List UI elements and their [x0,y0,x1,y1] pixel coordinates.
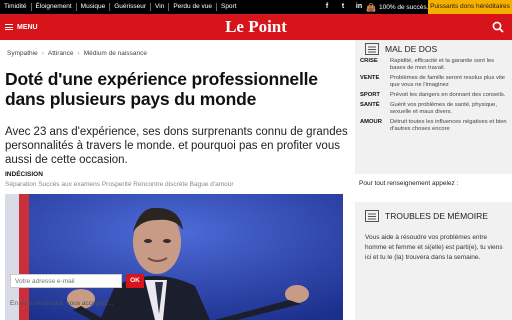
chevron-right-icon: › [77,50,80,57]
sidebar-box-title: MAL DE DOS [365,43,437,55]
list-item-key: AMOUR [360,119,382,125]
list-item-text: Problèmes de famille seront resolus plus… [390,75,506,88]
list-item-key: SANTÉ [360,102,380,108]
breadcrumb: Sympathie › Attirance › Médium de naissa… [7,50,147,57]
email-field[interactable] [10,274,122,288]
article-kicker[interactable]: INDÉCISION [5,171,43,178]
site-header: Le Point MENU [0,14,512,40]
list-item-text: Prévoit les dangers en donnant des conse… [390,92,506,98]
status-text: 100% de succès. [378,3,429,11]
list-item-key: CRISE [360,58,378,64]
sidebar-box-services: MAL DE DOS CRISE Rapidité, efficacité et… [355,40,512,174]
twitter-icon[interactable]: t [337,2,349,12]
chevron-right-icon: › [41,50,44,57]
nav-perdu-de-vue[interactable]: Perdu de vue [169,0,216,14]
article-headline: Doté d'une expérience professionnelle da… [5,69,318,109]
breadcrumb-item[interactable]: Attirance [48,50,74,57]
document-list-icon [365,210,379,222]
breadcrumb-item[interactable]: Médium de naissance [84,50,147,57]
nav-timidite[interactable]: Timidité [0,0,31,14]
hamburger-icon [5,24,13,30]
list-item[interactable]: SPORT Prévoit les dangers en donnant des… [360,92,508,99]
nav-eloignement[interactable]: Éloignement [32,0,76,14]
menu-label: MENU [17,23,38,31]
status-area: 👜 100% de succès. [366,0,428,14]
nav-sport[interactable]: Sport [217,0,241,14]
nav-guerisseur[interactable]: Guérisseur [110,0,150,14]
submit-button[interactable]: OK [126,274,144,288]
menu-button[interactable]: MENU [5,14,38,40]
sidebar-box-newsletter: TROUBLES DE MÉMOIRE Vous aide à résoudre… [355,202,512,320]
promo-banner[interactable]: Puissants dons héréditaires [428,0,512,14]
list-item[interactable]: SANTÉ Guérit vos problèmes de santé, phy… [360,102,508,116]
site-logo[interactable]: Le Point [0,14,512,40]
list-item-key: VENTE [360,75,380,81]
sidebar-box-title: TROUBLES DE MÉMOIRE [365,210,488,222]
list-item-text: Détruit toutes les influences négatives … [390,119,507,132]
box-title-text: MAL DE DOS [385,44,438,54]
service-list: CRISE Rapidité, efficacité et la garanti… [360,58,508,136]
list-item-text: Guérit vos problèmes de santé, physique,… [390,102,497,115]
search-icon[interactable] [492,21,504,33]
linkedin-icon[interactable]: in [353,2,365,12]
top-nav: Timidité Éloignement Musique Guérisseur … [0,0,241,14]
top-bar: Timidité Éloignement Musique Guérisseur … [0,0,512,14]
facebook-icon[interactable]: f [321,2,333,12]
box-title-text: TROUBLES DE MÉMOIRE [385,211,488,221]
breadcrumb-item[interactable]: Sympathie [7,50,38,57]
bag-icon[interactable]: 👜 [366,3,376,12]
social-links: f t in [321,2,365,12]
article-tags[interactable]: Séparation Succès aux examens Prosperité… [5,181,234,188]
newsletter-description: Vous aide à résoudre vos problèmes entre… [365,234,503,261]
list-item[interactable]: AMOUR Détruit toutes les influences néga… [360,119,508,133]
document-list-icon [365,43,379,55]
nav-musique[interactable]: Musique [77,0,110,14]
list-item[interactable]: VENTE Problèmes de famille seront resolu… [360,75,508,89]
article-lede: Avec 23 ans d'expérience, ses dons surpr… [5,126,348,166]
list-item-key: SPORT [360,92,380,98]
list-item-text: Rapidité, efficacité et la garantie sont… [390,58,494,71]
list-item[interactable]: CRISE Rapidité, efficacité et la garanti… [360,58,508,72]
newsletter-footnote: En vous inscrivant, vous acceptez... [10,300,114,307]
nav-vin[interactable]: Vin [151,0,168,14]
contact-line: Pour tout renseignement appelez : [359,180,459,187]
